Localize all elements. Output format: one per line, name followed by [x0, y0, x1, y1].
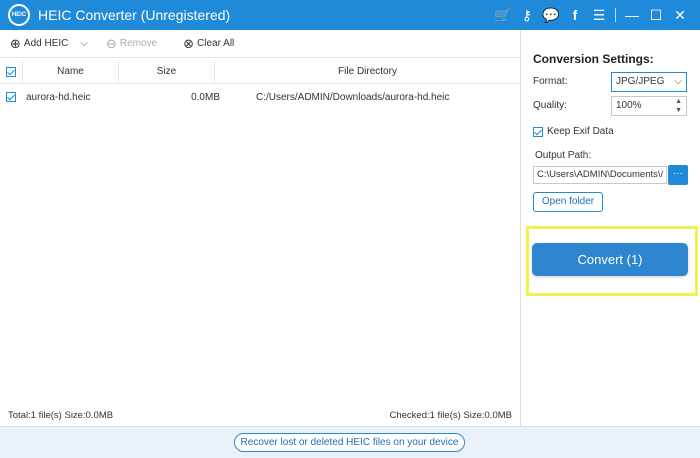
row-file-directory: C:/Users/ADMIN/Downloads/aurora-hd.heic — [256, 91, 450, 103]
chevron-down-icon: ⌵ — [674, 76, 682, 87]
remove-circle-icon: ⊖ — [105, 35, 117, 51]
title-separator — [615, 8, 616, 22]
keep-exif-option[interactable]: Keep Exif Data — [533, 126, 614, 137]
table-row[interactable]: aurora-hd.heic 0.0MB C:/Users/ADMIN/Down… — [0, 85, 520, 109]
open-folder-button[interactable]: Open folder — [533, 192, 603, 212]
output-path-field[interactable]: C:\Users\ADMIN\Documents\/ — [533, 166, 667, 184]
header-size[interactable]: Size — [119, 59, 215, 84]
quality-stepper[interactable]: 100% ▲ ▼ — [611, 96, 687, 116]
bottom-bar: Recover lost or deleted HEIC files on yo… — [0, 426, 700, 458]
checked-status: Checked:1 file(s) Size:0.0MB — [389, 409, 513, 421]
quality-value: 100% — [616, 100, 642, 111]
menu-icon[interactable]: ☰ — [587, 0, 611, 30]
close-icon[interactable]: ✕ — [668, 0, 692, 30]
total-status: Total:1 file(s) Size:0.0MB — [8, 409, 114, 421]
chat-icon[interactable]: 💬 — [539, 0, 563, 30]
clear-all-label: Clear All — [197, 38, 235, 49]
clear-all-button[interactable]: ⊗ Clear All — [183, 36, 234, 52]
browse-path-button[interactable]: ··· — [668, 165, 688, 185]
row-check-cell — [0, 92, 22, 102]
header-directory[interactable]: File Directory — [215, 66, 520, 77]
stepper-arrows-icon[interactable]: ▲ ▼ — [675, 97, 682, 115]
format-value: JPG/JPEG — [616, 76, 665, 87]
convert-button[interactable]: Convert (1) — [532, 243, 688, 276]
cart-icon[interactable]: 🛒 — [491, 0, 515, 30]
maximize-icon[interactable]: ☐ — [644, 0, 668, 30]
minimize-icon[interactable]: — — [620, 0, 644, 30]
recover-files-link[interactable]: Recover lost or deleted HEIC files on yo… — [234, 433, 465, 452]
file-table-header: Name Size File Directory — [0, 59, 520, 84]
status-bar: Total:1 file(s) Size:0.0MB Checked:1 fil… — [0, 405, 520, 425]
keep-exif-checkbox[interactable] — [533, 126, 543, 137]
toolbar: ⊕ Add HEIC ⌵ ⊖ Remove ⊗ Clear All — [0, 30, 520, 58]
remove-label: Remove — [119, 38, 158, 49]
chevron-down-icon[interactable]: ⌵ — [80, 38, 88, 49]
add-circle-icon: ⊕ — [10, 35, 21, 51]
settings-title: Conversion Settings: — [533, 52, 654, 66]
format-select[interactable]: JPG/JPEG ⌵ — [611, 72, 687, 92]
output-path-label: Output Path: — [535, 150, 592, 161]
title-bar: HEIC HEIC Converter (Unregistered) 🛒 ⚷ 💬… — [0, 0, 700, 30]
conversion-settings-panel: Conversion Settings: Format: JPG/JPEG ⌵ … — [521, 30, 700, 426]
row-file-name: aurora-hd.heic — [26, 91, 91, 103]
header-name[interactable]: Name — [22, 59, 119, 84]
add-heic-label: Add HEIC — [23, 38, 69, 49]
quality-label: Quality: — [533, 100, 567, 111]
key-icon[interactable]: ⚷ — [515, 0, 539, 30]
add-heic-button[interactable]: ⊕ Add HEIC ⌵ — [10, 36, 88, 52]
row-file-size: 0.0MB — [191, 91, 220, 103]
app-logo-icon: HEIC — [8, 4, 30, 26]
select-all-cell — [0, 66, 22, 77]
remove-button[interactable]: ⊖ Remove — [106, 36, 157, 52]
select-all-checkbox[interactable] — [6, 66, 16, 77]
row-checkbox[interactable] — [6, 92, 16, 102]
facebook-icon[interactable]: f — [563, 0, 587, 30]
keep-exif-label: Keep Exif Data — [547, 126, 614, 137]
clear-circle-icon: ⊗ — [183, 35, 195, 51]
window-title: HEIC Converter (Unregistered) — [38, 7, 231, 23]
format-label: Format: — [533, 76, 568, 87]
